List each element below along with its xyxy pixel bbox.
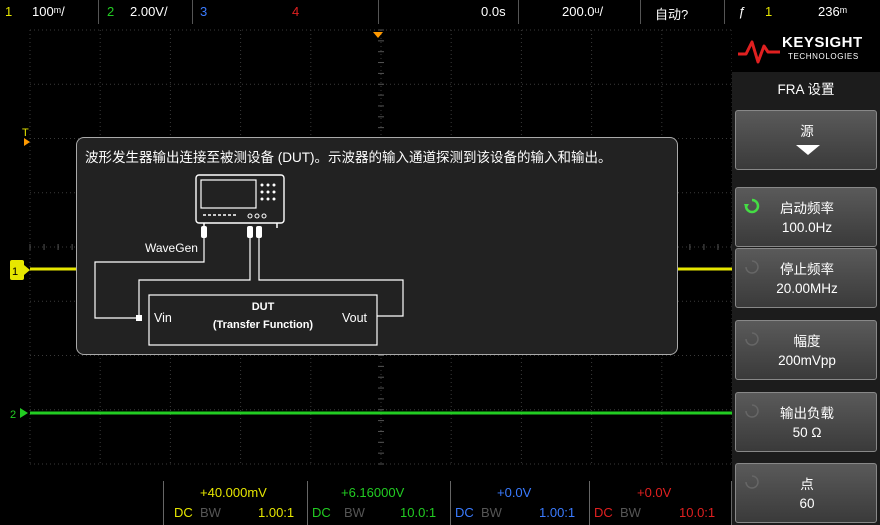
ch1-probe: 1.00:1 [258, 505, 295, 520]
start-frequency-softkey[interactable]: 启动频率 100.0Hz [735, 187, 877, 247]
softkey-value: 50 Ω [792, 425, 822, 440]
svg-text:1: 1 [12, 266, 18, 278]
keysight-logo: KEYSIGHT TECHNOLOGIES [732, 24, 880, 72]
ch2-offset: +6.16000V [341, 485, 405, 500]
ch3-offset: +0.0V [497, 485, 532, 500]
amplitude-softkey[interactable]: 幅度 200mVpp [735, 320, 877, 380]
ch4-coupling: DC [594, 505, 613, 520]
svg-text:2: 2 [10, 409, 16, 421]
ch1-coupling: DC [174, 505, 193, 520]
wavegen-connector [201, 226, 207, 238]
softkey-label: 幅度 [793, 334, 821, 349]
ch4-bw: BW [620, 505, 641, 520]
status-bar: 1 100ᵐ/ 2 2.00V/ 3 4 0.0s 200.0ᵘ/ 自动? ƒ … [0, 0, 880, 24]
stop-frequency-softkey[interactable]: 停止频率 20.00MHz [735, 248, 877, 308]
ch2-coupling: DC [312, 505, 331, 520]
ch2-bw: BW [344, 505, 365, 520]
trigger-level[interactable]: 236ᵐ [818, 4, 847, 19]
softkey-value: 20.00MHz [776, 281, 838, 296]
points-softkey[interactable]: 点 60 [735, 463, 877, 523]
ch2-connector [256, 226, 262, 238]
svg-text:T: T [22, 127, 29, 139]
ch2-number[interactable]: 2 [107, 4, 114, 19]
ch1-scale[interactable]: 100ᵐ/ [32, 4, 65, 19]
ch1-number[interactable]: 1 [5, 4, 12, 19]
ch2-scale[interactable]: 2.00V/ [130, 4, 168, 19]
ch2-probe: 10.0:1 [400, 505, 437, 520]
ch3-probe: 1.00:1 [539, 505, 576, 520]
ch3-bw: BW [481, 505, 502, 520]
dut-title: DUT [252, 301, 275, 313]
wavegen-label: WaveGen [145, 241, 198, 255]
ch2-ground-marker[interactable]: 2 [10, 408, 28, 421]
fra-connection-dialog: 波形发生器输出连接至被测设备 (DUT)。示波器的输入通道探测到该设备的输入和输… [76, 137, 678, 355]
time-scale[interactable]: 200.0ᵘ/ [562, 4, 603, 19]
dut-subtitle: (Transfer Function) [213, 319, 314, 331]
logo-word: KEYSIGHT [782, 34, 863, 51]
softkey-panel: KEYSIGHT TECHNOLOGIES FRA 设置 源 启动频率 100.… [732, 24, 880, 525]
softkey-value: 60 [799, 496, 815, 511]
ch4-probe: 10.0:1 [679, 505, 716, 520]
vout-label: Vout [342, 311, 368, 325]
source-softkey[interactable]: 源 [735, 110, 877, 170]
channel-info-bar: +40.000mV +6.16000V +0.0V +0.0V DC BW 1.… [0, 467, 732, 525]
softkey-label: 源 [800, 124, 814, 139]
softkey-value: 200mVpp [778, 353, 836, 368]
menu-title: FRA 设置 [777, 82, 835, 97]
trigger-level-marker[interactable]: T [22, 127, 30, 146]
oscilloscope-icon [195, 174, 285, 228]
vin-label: Vin [154, 311, 172, 325]
softkey-label: 停止频率 [780, 262, 834, 277]
softkey-label: 启动频率 [780, 201, 834, 216]
ch1-offset: +40.000mV [200, 485, 267, 500]
ch1-bw: BW [200, 505, 221, 520]
output-load-softkey[interactable]: 输出负载 50 Ω [735, 392, 877, 452]
connection-diagram: WaveGen Vin Vout DUT (Transfer Function) [94, 174, 404, 346]
ch4-number[interactable]: 4 [292, 4, 299, 19]
logo-subtitle: TECHNOLOGIES [788, 52, 859, 61]
time-delay[interactable]: 0.0s [481, 4, 506, 19]
arrow-down-icon [796, 145, 820, 155]
ch1-ground-marker[interactable]: 1 [10, 260, 30, 280]
trigger-slope-icon: ƒ [738, 4, 746, 19]
trigger-mode[interactable]: 自动? [655, 4, 688, 23]
trigger-source[interactable]: 1 [765, 4, 772, 19]
softkey-value: 100.0Hz [781, 220, 833, 235]
ch1-connector [247, 226, 253, 238]
softkey-label: 输出负载 [780, 406, 834, 421]
ch3-number[interactable]: 3 [200, 4, 207, 19]
ch4-offset: +0.0V [637, 485, 672, 500]
softkey-label: 点 [800, 477, 814, 492]
keysight-wave-icon [738, 40, 780, 64]
ch3-coupling: DC [455, 505, 474, 520]
